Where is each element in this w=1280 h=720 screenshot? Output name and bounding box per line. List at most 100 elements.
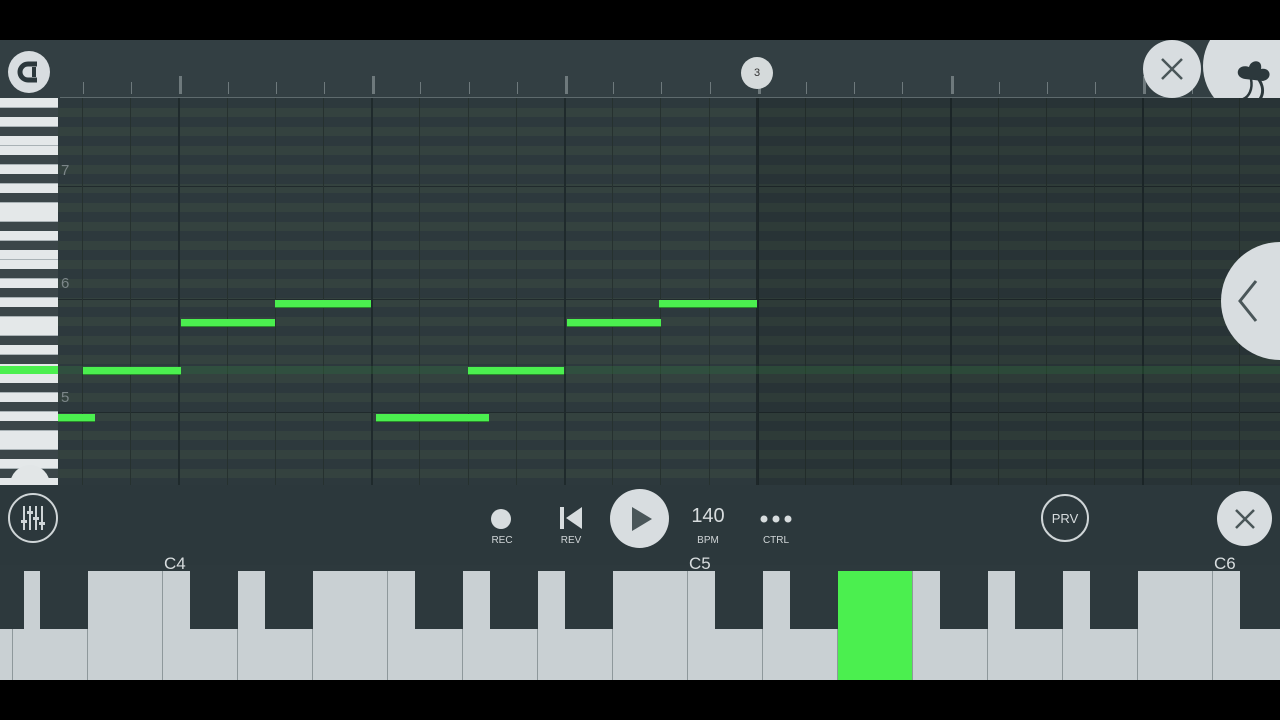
side-white-key[interactable] [0, 117, 58, 127]
note[interactable] [83, 367, 181, 375]
side-white-key[interactable] [0, 231, 58, 241]
ruler-tick [806, 82, 807, 94]
beat-line [468, 98, 469, 485]
timeline-ruler[interactable]: 3 [0, 40, 1280, 98]
mixer-button[interactable] [8, 493, 58, 543]
bar-line [564, 98, 566, 485]
white-key[interactable] [838, 571, 913, 680]
ruler-tick [999, 82, 1000, 94]
ruler-tick [951, 76, 954, 94]
black-key[interactable] [490, 571, 538, 629]
beat-line [82, 98, 83, 485]
ruler-tick [565, 76, 568, 94]
note[interactable] [181, 319, 275, 327]
ruler-tick [854, 82, 855, 94]
bar-line [178, 98, 180, 485]
side-black-key[interactable] [0, 174, 58, 184]
side-black-key[interactable] [0, 288, 58, 298]
black-key[interactable] [565, 571, 613, 629]
note[interactable] [376, 414, 489, 422]
close-piano-roll-button[interactable] [1143, 40, 1201, 98]
play-button[interactable] [610, 489, 669, 548]
beat-line [323, 98, 324, 485]
side-white-key[interactable] [0, 345, 58, 355]
ruler-tick [710, 82, 711, 94]
bpm-value: 140 [691, 505, 725, 527]
ruler-tick [179, 76, 182, 94]
rewind-button[interactable]: REV [553, 503, 589, 546]
beat-line [516, 98, 517, 485]
octave-label-c4: C4 [164, 554, 186, 573]
beat-line [275, 98, 276, 485]
octave-label: 6 [61, 275, 70, 292]
black-key[interactable] [1090, 571, 1138, 629]
black-key[interactable] [190, 571, 238, 629]
ruler-tick [613, 82, 614, 94]
beat-line [130, 98, 131, 485]
record-dot-icon [491, 509, 511, 529]
black-key[interactable] [0, 571, 24, 629]
ruler-tick [469, 82, 470, 94]
bar-marker[interactable]: 3 [741, 57, 773, 89]
side-white-key[interactable] [0, 326, 58, 336]
white-key[interactable] [88, 571, 163, 680]
side-black-key[interactable] [0, 193, 58, 203]
black-key[interactable] [40, 571, 88, 629]
side-black-key[interactable] [0, 402, 58, 412]
side-white-key[interactable] [0, 136, 58, 146]
note-grid[interactable]: 7 6 5 [58, 98, 1280, 485]
white-key[interactable] [613, 571, 688, 680]
beat-line [709, 98, 710, 485]
black-key[interactable] [415, 571, 463, 629]
side-white-key[interactable] [0, 250, 58, 260]
white-key[interactable] [1138, 571, 1213, 680]
play-icon [631, 506, 652, 531]
prv-label: PRV [1051, 510, 1079, 526]
beat-line [419, 98, 420, 485]
snap-magnet-button[interactable] [8, 51, 50, 93]
black-key[interactable] [1015, 571, 1063, 629]
bar-line [371, 98, 373, 485]
octave-label-c6: C6 [1214, 554, 1236, 573]
beat-line [227, 98, 228, 485]
ruler-tick [420, 82, 421, 94]
more-dots-icon [760, 515, 792, 523]
record-button[interactable]: REC [486, 503, 518, 546]
close-icon [1234, 508, 1255, 529]
inactive-region-shade [758, 98, 1280, 485]
note[interactable] [567, 319, 661, 327]
black-key[interactable] [790, 571, 838, 629]
side-black-key[interactable] [0, 155, 58, 165]
close-icon [1161, 58, 1183, 80]
side-black-key[interactable] [0, 269, 58, 279]
note[interactable] [468, 367, 564, 375]
transport-bar: REC REV 140 BPM CTRL PRV [0, 485, 1280, 565]
rec-label: REC [491, 535, 513, 546]
magnet-icon [17, 61, 37, 83]
vertical-piano-keys[interactable] [0, 98, 58, 485]
black-key[interactable] [940, 571, 988, 629]
side-black-key[interactable] [0, 421, 58, 431]
white-key[interactable] [313, 571, 388, 680]
piano-keyboard[interactable]: C4 C5 C6 [0, 554, 1280, 680]
black-key[interactable] [265, 571, 313, 629]
skip-back-icon [560, 507, 582, 529]
ruler-tick [324, 82, 325, 94]
close-keyboard-button[interactable] [1217, 491, 1272, 546]
ruler-tick [1095, 82, 1096, 94]
note[interactable] [275, 300, 371, 308]
beat-line [612, 98, 613, 485]
note[interactable] [659, 300, 757, 308]
side-white-key[interactable] [0, 440, 58, 450]
side-black-key[interactable] [0, 383, 58, 393]
tempo-control[interactable]: 140 BPM [684, 503, 732, 546]
ctrl-menu-button[interactable]: CTRL [756, 503, 796, 546]
side-black-key[interactable] [0, 307, 58, 317]
note[interactable] [58, 414, 95, 422]
side-white-key[interactable] [0, 212, 58, 222]
black-key[interactable] [715, 571, 763, 629]
ruler-tick [1047, 82, 1048, 94]
preview-button[interactable]: PRV [1041, 494, 1089, 542]
black-key[interactable] [1240, 571, 1280, 629]
side-white-key[interactable] [0, 98, 58, 108]
